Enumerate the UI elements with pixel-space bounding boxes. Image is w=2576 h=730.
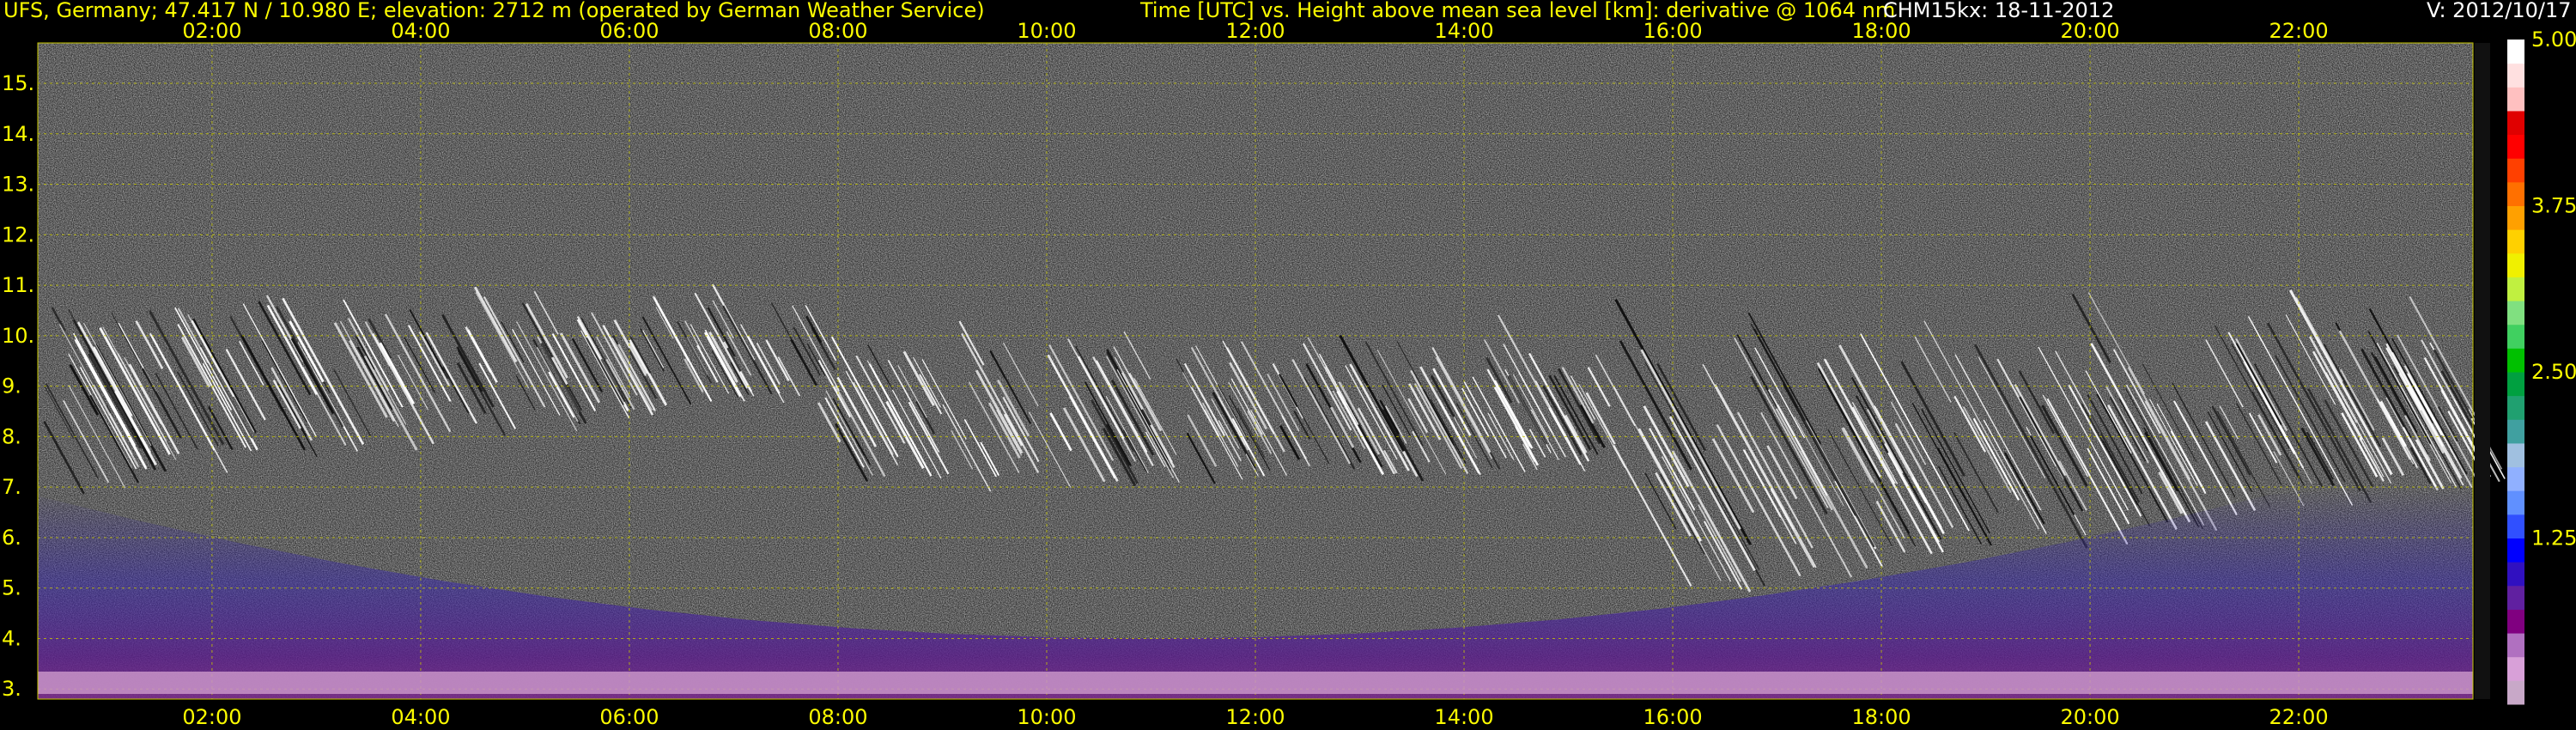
colorbar-segment — [2507, 158, 2524, 183]
colorbar-segment — [2507, 562, 2524, 587]
colorbar-segment — [2507, 419, 2524, 444]
x-tick-label-top: 22:00 — [2269, 19, 2328, 43]
colorbar-tick-label: 5.00 — [2531, 27, 2576, 52]
x-tick-label-top: 18:00 — [1851, 19, 1911, 43]
colorbar-segment — [2507, 633, 2524, 658]
y-tick-label: 12. — [2, 222, 34, 246]
colorbar-segment — [2507, 63, 2524, 88]
colorbar-segment — [2507, 134, 2524, 159]
y-tick-label: 5. — [2, 576, 21, 600]
y-tick-label: 3. — [2, 677, 21, 701]
version-label: V: 2012/10/17 — [2427, 0, 2572, 22]
y-tick-label: 14. — [2, 122, 34, 146]
x-tick-label-top: 08:00 — [808, 19, 867, 43]
x-tick-label-top: 12:00 — [1225, 19, 1285, 43]
colorbar-segment — [2507, 110, 2524, 136]
y-tick-label: 11. — [2, 273, 34, 297]
x-tick-label-bottom: 20:00 — [2060, 705, 2119, 729]
colorbar-segment — [2507, 490, 2524, 515]
colorbar-segment — [2507, 442, 2524, 468]
x-tick-label-bottom: 16:00 — [1643, 705, 1702, 729]
y-tick-label: 15. — [2, 71, 34, 95]
colorbar-segment — [2507, 181, 2524, 206]
colorbar-segment — [2507, 538, 2524, 563]
x-tick-label-bottom: 22:00 — [2269, 705, 2328, 729]
x-tick-label-top: 14:00 — [1434, 19, 1493, 43]
colorbar-tick-label: 3.75 — [2531, 194, 2576, 218]
x-tick-label-bottom: 14:00 — [1434, 705, 1493, 729]
plot-area — [37, 42, 2506, 700]
y-tick-label: 6. — [2, 526, 21, 550]
y-tick-label: 4. — [2, 626, 21, 650]
colorbar-segment — [2507, 395, 2524, 420]
colorbar-segment — [2507, 40, 2524, 64]
y-tick-label: 9. — [2, 374, 21, 398]
colorbar-segment — [2507, 514, 2524, 538]
y-tick-label: 13. — [2, 173, 34, 197]
x-tick-label-bottom: 10:00 — [1017, 705, 1076, 729]
x-tick-label-bottom: 12:00 — [1225, 705, 1285, 729]
colorbar-gap — [2475, 43, 2490, 699]
x-tick-label-bottom: 04:00 — [391, 705, 450, 729]
colorbar: 1.25 2.50 3.75 5.00 — [2475, 27, 2576, 705]
colorbar-segment — [2507, 348, 2524, 373]
x-tick-label-bottom: 06:00 — [599, 705, 659, 729]
x-axis-bottom: 02:00 04:00 06:00 08:00 10:00 12:00 14:00 16:00… — [182, 705, 2328, 729]
colorbar-segment — [2507, 680, 2524, 705]
colorbar-segment — [2507, 466, 2524, 491]
colorbar-tick-label: 1.25 — [2531, 526, 2576, 551]
x-tick-label-top: 04:00 — [391, 19, 450, 43]
x-tick-label-top: 06:00 — [599, 19, 659, 43]
x-tick-label-bottom: 08:00 — [808, 705, 867, 729]
x-tick-label-top: 02:00 — [182, 19, 241, 43]
colorbar-segment — [2507, 205, 2524, 230]
colorbar-tick-label: 2.50 — [2531, 360, 2576, 384]
instrument-date: CHM15kx: 18-11-2012 — [1883, 0, 2115, 22]
ceilometer-chart: 02:00 04:00 06:00 08:00 10:00 12:00 14:00 16:00… — [2, 19, 2576, 729]
chart-title: Time [UTC] vs. Height above mean sea lev… — [1140, 0, 1896, 22]
x-tick-label-bottom: 02:00 — [182, 705, 241, 729]
colorbar-segment — [2507, 372, 2524, 397]
y-axis: 3. 4. 5. 6. 7. 8. 9. 10. 11. 12. 13. 14. 15. — [2, 71, 34, 701]
colorbar-segment — [2507, 252, 2524, 277]
x-tick-label-top: 20:00 — [2060, 19, 2119, 43]
x-axis-top: 02:00 04:00 06:00 08:00 10:00 12:00 14:00 16:00… — [182, 19, 2328, 43]
y-tick-label: 7. — [2, 475, 21, 499]
colorbar-segment — [2507, 656, 2524, 681]
colorbar-segment — [2507, 229, 2524, 254]
colorbar-segment — [2507, 585, 2524, 610]
y-tick-label: 10. — [2, 324, 34, 348]
station-info: UFS, Germany; 47.417 N / 10.980 E; eleva… — [3, 0, 985, 22]
x-tick-label-top: 16:00 — [1643, 19, 1702, 43]
x-tick-label-bottom: 18:00 — [1851, 705, 1911, 729]
colorbar-segment — [2507, 609, 2524, 634]
colorbar-segment — [2507, 277, 2524, 301]
colorbar-segment — [2507, 324, 2524, 349]
x-tick-label-top: 10:00 — [1017, 19, 1076, 43]
colorbar-segment — [2507, 301, 2524, 325]
colorbar-segment — [2507, 87, 2524, 112]
y-tick-label: 8. — [2, 424, 21, 448]
ground-band — [38, 672, 2473, 694]
